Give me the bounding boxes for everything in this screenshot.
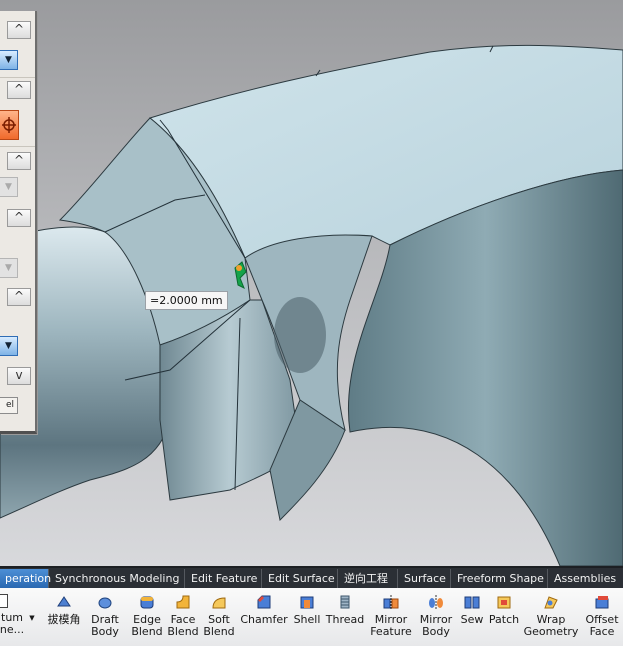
datum-plane-label: tum ne... bbox=[0, 611, 25, 636]
wrap-geometry-button[interactable]: Wrap Geometry bbox=[523, 590, 579, 638]
thread-icon bbox=[337, 594, 353, 610]
face-blend-icon bbox=[175, 594, 191, 610]
chamfer-icon bbox=[256, 594, 272, 610]
wrap-geometry-icon bbox=[543, 594, 559, 610]
tab-reverse-engineering[interactable]: 逆向工程 bbox=[339, 569, 398, 588]
patch-button[interactable]: Patch bbox=[487, 590, 521, 626]
dimension-value-label[interactable]: =2.0000 mm bbox=[145, 291, 228, 310]
draft-body-icon bbox=[97, 594, 113, 610]
disabled-dropdown[interactable]: ▼ bbox=[0, 177, 18, 197]
tab-feature-operation[interactable]: peration bbox=[0, 569, 51, 588]
face-blend-button[interactable]: Face Blend bbox=[166, 590, 200, 638]
draft-angle-label: 拔模角 bbox=[47, 613, 81, 626]
draft-body-button[interactable]: Draft Body bbox=[88, 590, 122, 638]
feature-dialog: ^ ▼ ^ ^ ▼ ^ ▼ ^ ▼ v el bbox=[0, 11, 37, 434]
draft-body-label: Draft Body bbox=[91, 613, 119, 638]
mirror-body-icon bbox=[428, 594, 444, 610]
thread-label: Thread bbox=[325, 613, 365, 626]
tab-assemblies[interactable]: Assemblies bbox=[549, 569, 623, 588]
sew-label: Sew bbox=[460, 613, 484, 626]
separator bbox=[0, 146, 35, 147]
tab-freeform-shape[interactable]: Freeform Shape bbox=[452, 569, 548, 588]
crosshair-icon bbox=[2, 117, 16, 133]
hole-shadow bbox=[274, 297, 326, 373]
draft-angle-button[interactable]: 拔模角 bbox=[44, 590, 84, 626]
datum-dropdown-arrow[interactable]: ▼ bbox=[28, 590, 36, 624]
thread-button[interactable]: Thread bbox=[325, 590, 365, 626]
collapse-up-button[interactable]: ^ bbox=[7, 81, 31, 99]
mirror-body-button[interactable]: Mirror Body bbox=[416, 590, 456, 638]
disabled-dropdown[interactable]: ▼ bbox=[0, 258, 18, 278]
tab-surface[interactable]: Surface bbox=[399, 569, 451, 588]
collapse-up-button[interactable]: ^ bbox=[7, 21, 31, 39]
sew-button[interactable]: Sew bbox=[458, 590, 486, 626]
shell-icon bbox=[299, 594, 315, 610]
offset-face-label: Offset Face bbox=[585, 613, 619, 638]
ribbon-tab-bar: peration Synchronous Modeling Edit Featu… bbox=[0, 566, 623, 588]
collapse-up-button[interactable]: ^ bbox=[7, 209, 31, 227]
mirror-feature-label: Mirror Feature bbox=[370, 613, 412, 638]
ribbon-command-panel: tum ne... ▼ 拔模角 Draft Body Edge Blend Fa… bbox=[0, 588, 623, 646]
handle-origin-icon bbox=[236, 265, 242, 271]
chamfer-label: Chamfer bbox=[240, 613, 288, 626]
separator bbox=[0, 77, 35, 78]
graphics-viewport[interactable]: =2.0000 mm ^ ▼ ^ ^ ▼ ^ ▼ ^ ▼ v el bbox=[0, 0, 623, 566]
face-blend-label: Face Blend bbox=[167, 613, 199, 638]
wrap-geometry-label: Wrap Geometry bbox=[523, 613, 579, 638]
patch-label: Patch bbox=[488, 613, 520, 626]
soft-blend-icon bbox=[211, 594, 227, 610]
edge-blend-icon bbox=[139, 594, 155, 610]
selection-dropdown[interactable]: ▼ bbox=[0, 50, 18, 70]
selection-dropdown[interactable]: ▼ bbox=[0, 336, 18, 356]
cancel-button[interactable]: el bbox=[0, 397, 18, 414]
collapse-up-button[interactable]: ^ bbox=[7, 288, 31, 306]
collapse-up-button[interactable]: ^ bbox=[7, 152, 31, 170]
offset-face-button[interactable]: Offset Face bbox=[582, 590, 622, 638]
edge-blend-button[interactable]: Edge Blend bbox=[130, 590, 164, 638]
soft-blend-button[interactable]: Soft Blend bbox=[202, 590, 236, 638]
edge-blend-label: Edge Blend bbox=[131, 613, 163, 638]
expand-down-button[interactable]: v bbox=[7, 367, 31, 385]
chamfer-button[interactable]: Chamfer bbox=[240, 590, 288, 626]
sew-icon bbox=[464, 594, 480, 610]
datum-plane-button[interactable]: tum ne... bbox=[0, 590, 26, 636]
shell-button[interactable]: Shell bbox=[291, 590, 323, 626]
patch-icon bbox=[496, 594, 512, 610]
mirror-feature-button[interactable]: Mirror Feature bbox=[368, 590, 414, 638]
shell-label: Shell bbox=[293, 613, 321, 626]
mirror-feature-icon bbox=[383, 594, 399, 610]
soft-blend-label: Soft Blend bbox=[203, 613, 235, 638]
tab-synchronous-modeling[interactable]: Synchronous Modeling bbox=[50, 569, 185, 588]
tab-edit-feature[interactable]: Edit Feature bbox=[186, 569, 262, 588]
draft-angle-icon bbox=[56, 594, 72, 610]
offset-face-icon bbox=[594, 594, 610, 610]
point-dialog-button[interactable] bbox=[0, 110, 19, 140]
datum-plane-icon bbox=[0, 594, 8, 608]
model-3d-part[interactable] bbox=[0, 0, 623, 566]
mirror-body-label: Mirror Body bbox=[419, 613, 453, 638]
tab-edit-surface[interactable]: Edit Surface bbox=[263, 569, 338, 588]
